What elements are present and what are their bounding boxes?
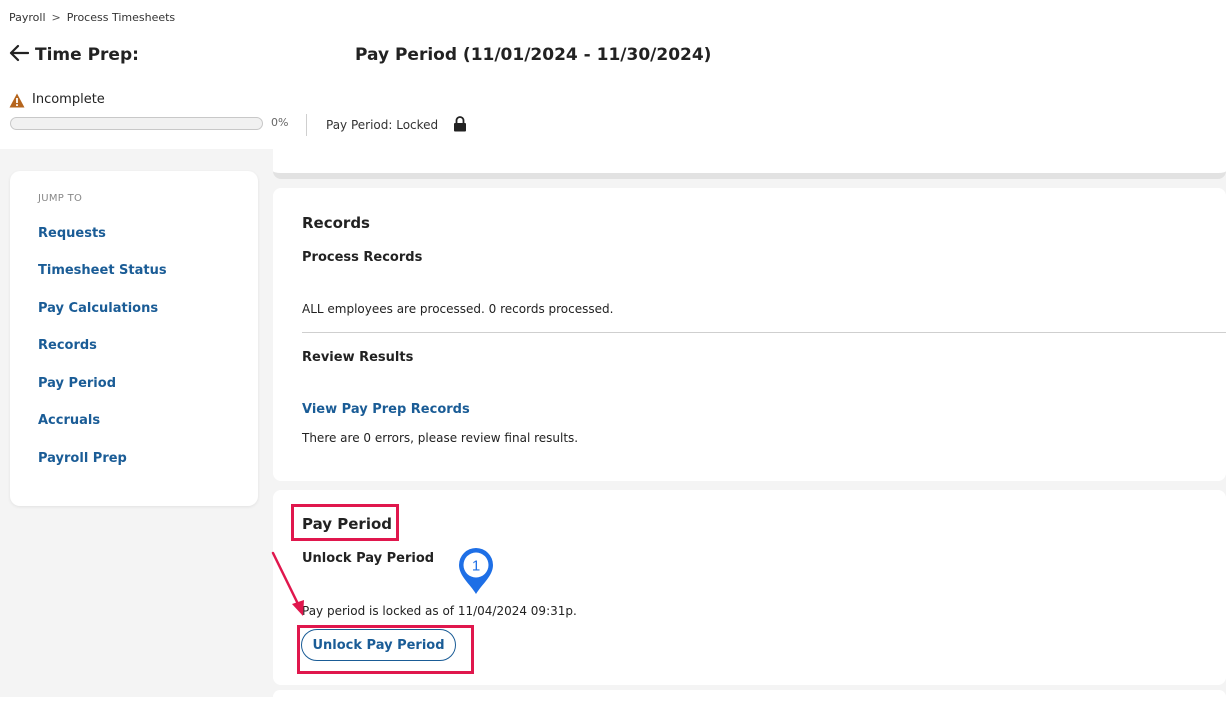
lock-status: Pay Period: Locked [326, 118, 439, 132]
step-number: 1 [472, 558, 480, 575]
pay-period-title: Pay Period (11/01/2024 - 11/30/2024) [355, 45, 712, 65]
unlock-pay-period-title: Unlock Pay Period [302, 551, 435, 566]
lock-icon [453, 116, 467, 136]
progress-percent: 0% [271, 116, 289, 129]
status-label: Incomplete [32, 92, 105, 107]
process-records-text: ALL employees are processed. 0 records p… [302, 302, 614, 316]
jump-link-payroll-prep[interactable]: Payroll Prep [38, 451, 127, 466]
progress-bar [10, 117, 263, 130]
arrow-left-icon[interactable] [9, 44, 30, 67]
warning-icon [9, 93, 25, 112]
breadcrumb: Payroll > Process Timesheets [9, 11, 175, 24]
jump-link-pay-calculations[interactable]: Pay Calculations [38, 301, 158, 316]
pay-period-locked-text: Pay period is locked as of 11/04/2024 09… [302, 604, 577, 618]
jump-link-records[interactable]: Records [38, 338, 97, 353]
review-results-text: There are 0 errors, please review final … [302, 431, 579, 445]
step-marker-icon: 1 [456, 546, 496, 600]
breadcrumb-root[interactable]: Payroll [9, 11, 46, 24]
jump-to-heading: JUMP TO [38, 193, 83, 204]
view-pay-prep-records-link[interactable]: View Pay Prep Records [302, 402, 470, 417]
highlight-box-button [297, 625, 474, 674]
page-title: Time Prep: [35, 45, 139, 65]
process-records-title: Process Records [302, 250, 423, 265]
review-results-title: Review Results [302, 350, 414, 365]
highlight-box-title [291, 504, 399, 541]
jump-to-panel: JUMP TO Requests Timesheet Status Pay Ca… [10, 171, 258, 506]
jump-link-timesheet-status[interactable]: Timesheet Status [38, 263, 167, 278]
records-title: Records [302, 214, 370, 232]
previous-card-edge [273, 149, 1226, 179]
jump-link-pay-period[interactable]: Pay Period [38, 376, 116, 391]
breadcrumb-separator: > [51, 11, 61, 24]
next-card-edge [273, 690, 1226, 697]
records-card: Records Process Records ALL employees ar… [273, 188, 1226, 481]
divider [306, 114, 307, 136]
jump-link-accruals[interactable]: Accruals [38, 413, 100, 428]
breadcrumb-current: Process Timesheets [66, 11, 176, 24]
jump-link-requests[interactable]: Requests [38, 226, 106, 241]
divider [302, 332, 1226, 333]
